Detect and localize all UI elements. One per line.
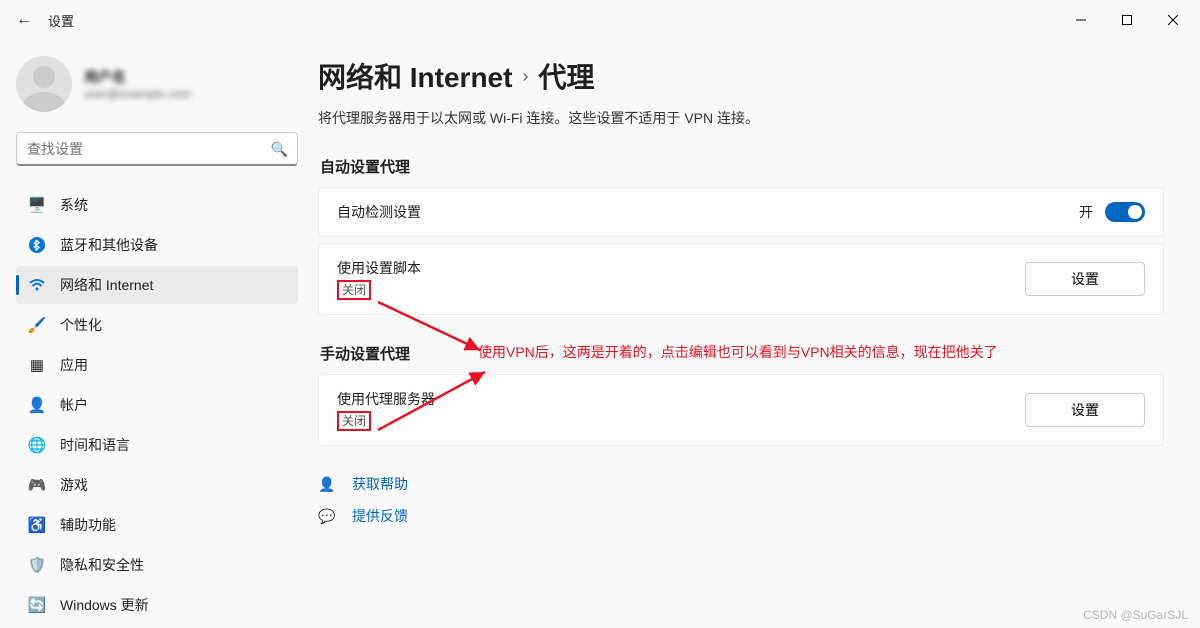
nav-icon: 🖌️	[28, 316, 46, 334]
section-auto-title: 自动设置代理	[320, 156, 1164, 177]
nav-icon: 🛡️	[28, 556, 46, 574]
breadcrumb-current: 代理	[538, 56, 594, 96]
nav-label: 网络和 Internet	[60, 275, 153, 295]
auto-detect-label: 自动检测设置	[337, 202, 421, 222]
setup-script-label: 使用设置脚本	[337, 258, 421, 278]
nav-icon	[28, 276, 46, 294]
profile-email: user@example.com	[84, 87, 191, 101]
profile-name: 用户名	[84, 67, 191, 87]
back-button[interactable]: ←	[4, 0, 44, 40]
nav-icon	[28, 236, 46, 254]
nav-icon: ▦	[28, 356, 46, 374]
nav-icon: 👤	[28, 396, 46, 414]
nav-label: 辅助功能	[60, 515, 116, 535]
feedback-link[interactable]: 💬 提供反馈	[318, 506, 1164, 526]
help-link[interactable]: 👤 获取帮助	[318, 474, 1164, 494]
proxy-server-button[interactable]: 设置	[1025, 393, 1145, 427]
close-button[interactable]	[1150, 0, 1196, 40]
auto-detect-toggle[interactable]	[1105, 202, 1145, 222]
sidebar-item-4[interactable]: ▦ 应用	[16, 346, 298, 384]
sidebar-item-0[interactable]: 🖥️ 系统	[16, 186, 298, 224]
annotation-text: 使用VPN后，这两是开着的，点击编辑也可以看到与VPN相关的信息，现在把他关了	[478, 342, 998, 362]
nav-label: 隐私和安全性	[60, 555, 144, 575]
sidebar-item-3[interactable]: 🖌️ 个性化	[16, 306, 298, 344]
auto-detect-card: 自动检测设置 开	[318, 187, 1164, 237]
profile[interactable]: 用户名 user@example.com	[16, 56, 298, 112]
breadcrumb: 网络和 Internet › 代理	[318, 56, 1164, 96]
avatar	[16, 56, 72, 112]
nav-icon: 🖥️	[28, 196, 46, 214]
setup-script-button[interactable]: 设置	[1025, 262, 1145, 296]
nav-label: 个性化	[60, 315, 102, 335]
sidebar-item-9[interactable]: 🛡️ 隐私和安全性	[16, 546, 298, 584]
sidebar-item-8[interactable]: ♿ 辅助功能	[16, 506, 298, 544]
sidebar-item-2[interactable]: 网络和 Internet	[16, 266, 298, 304]
setup-script-card: 使用设置脚本 关闭 设置	[318, 243, 1164, 315]
setup-script-status: 关闭	[337, 280, 371, 300]
nav-label: 蓝牙和其他设备	[60, 235, 158, 255]
nav-label: 帐户	[60, 395, 88, 415]
nav-icon: ♿	[28, 516, 46, 534]
sidebar-item-1[interactable]: 蓝牙和其他设备	[16, 226, 298, 264]
search-input[interactable]	[16, 132, 298, 166]
toggle-state-label: 开	[1079, 202, 1093, 222]
proxy-server-status: 关闭	[337, 411, 371, 431]
minimize-button[interactable]	[1058, 0, 1104, 40]
nav-label: 时间和语言	[60, 435, 130, 455]
nav-icon: 🎮	[28, 476, 46, 494]
sidebar-item-6[interactable]: 🌐 时间和语言	[16, 426, 298, 464]
nav-label: 系统	[60, 195, 88, 215]
nav-label: 应用	[60, 355, 88, 375]
breadcrumb-parent[interactable]: 网络和 Internet	[318, 56, 512, 96]
proxy-server-card: 使用代理服务器 关闭 设置	[318, 374, 1164, 446]
watermark: CSDN @SuGarSJL	[1083, 608, 1188, 622]
breadcrumb-separator: ›	[522, 66, 528, 87]
maximize-button[interactable]	[1104, 0, 1150, 40]
help-icon: 👤	[318, 476, 336, 493]
nav-icon: 🌐	[28, 436, 46, 454]
sidebar-item-5[interactable]: 👤 帐户	[16, 386, 298, 424]
feedback-icon: 💬	[318, 508, 336, 525]
nav-label: Windows 更新	[60, 595, 149, 615]
sidebar-item-7[interactable]: 🎮 游戏	[16, 466, 298, 504]
page-description: 将代理服务器用于以太网或 Wi-Fi 连接。这些设置不适用于 VPN 连接。	[318, 108, 1164, 128]
nav-icon: 🔄	[28, 596, 46, 614]
proxy-server-label: 使用代理服务器	[337, 389, 435, 409]
sidebar-item-10[interactable]: 🔄 Windows 更新	[16, 586, 298, 624]
nav-label: 游戏	[60, 475, 88, 495]
window-title: 设置	[48, 11, 74, 30]
search-icon: 🔍	[271, 141, 288, 158]
